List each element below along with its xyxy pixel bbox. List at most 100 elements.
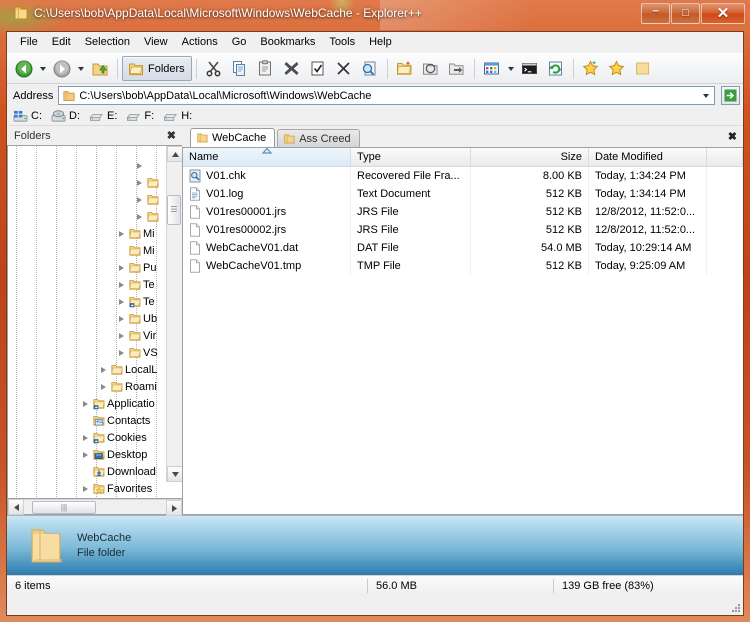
tree-scroll-down-button[interactable] bbox=[167, 466, 182, 482]
expand-triangle-icon[interactable] bbox=[98, 364, 109, 375]
file-row[interactable]: V01.chk Recovered File Fra... 8.00 KB Today… bbox=[183, 167, 743, 185]
select-all-button[interactable] bbox=[305, 56, 331, 81]
menu-edit[interactable]: Edit bbox=[45, 34, 78, 50]
tab-webcache[interactable]: WebCache bbox=[190, 128, 276, 147]
expand-triangle-icon[interactable] bbox=[80, 483, 91, 494]
tree-node-mi[interactable]: Mi bbox=[8, 242, 166, 259]
delete-button[interactable] bbox=[279, 56, 305, 81]
delete-permanently-button[interactable] bbox=[331, 56, 357, 81]
tree-node-te[interactable]: Te bbox=[8, 276, 166, 293]
tree-node-locall[interactable]: LocalL bbox=[8, 361, 166, 378]
expand-triangle-icon[interactable] bbox=[134, 194, 145, 205]
column-header-type[interactable]: Type bbox=[351, 148, 471, 166]
expand-triangle-icon[interactable] bbox=[116, 313, 127, 324]
refresh-button[interactable] bbox=[543, 56, 569, 81]
tree-scroll-up-button[interactable] bbox=[167, 146, 182, 162]
tree-node[interactable] bbox=[8, 146, 166, 157]
resize-grip-icon[interactable] bbox=[730, 602, 741, 613]
tree-node-roami[interactable]: Roami bbox=[8, 378, 166, 395]
tree-node-download[interactable]: Download bbox=[8, 463, 166, 480]
drive-button-c[interactable]: C: bbox=[11, 109, 47, 124]
address-go-button[interactable] bbox=[721, 86, 740, 105]
menu-tools[interactable]: Tools bbox=[322, 34, 362, 50]
tree-horizontal-scrollbar[interactable]: ||| bbox=[7, 499, 182, 516]
tab-ass-creed[interactable]: Ass Creed bbox=[277, 129, 360, 147]
column-header-date-modified[interactable]: Date Modified bbox=[589, 148, 707, 166]
tree-scroll-right-button[interactable] bbox=[166, 500, 182, 516]
expand-triangle-icon[interactable] bbox=[116, 262, 127, 273]
tree-node-applicatio[interactable]: Applicatio bbox=[8, 395, 166, 412]
forward-button[interactable] bbox=[49, 56, 75, 81]
back-button[interactable] bbox=[11, 56, 37, 81]
tree-node-mi[interactable]: Mi bbox=[8, 225, 166, 242]
menu-bookmarks[interactable]: Bookmarks bbox=[253, 34, 322, 50]
views-dropdown[interactable] bbox=[505, 56, 517, 81]
expand-triangle-icon[interactable] bbox=[116, 279, 127, 290]
file-list-view[interactable]: Name Type Size Date Modified V01.chk Recover… bbox=[182, 147, 743, 515]
tree-node[interactable] bbox=[8, 157, 166, 174]
column-header-size[interactable]: Size bbox=[471, 148, 589, 166]
file-row[interactable]: WebCacheV01.dat DAT File 54.0 MB Today, 10:… bbox=[183, 239, 743, 257]
file-row[interactable]: V01res00002.jrs JRS File 512 KB 12/8/2012, … bbox=[183, 221, 743, 239]
expand-triangle-icon[interactable] bbox=[134, 160, 145, 171]
file-row[interactable]: V01.log Text Document 512 KB Today, 1:34:14… bbox=[183, 185, 743, 203]
forward-dropdown[interactable] bbox=[75, 56, 87, 81]
column-header-name[interactable]: Name bbox=[183, 148, 351, 166]
organize-bookmarks-button[interactable] bbox=[604, 56, 630, 81]
command-prompt-button[interactable] bbox=[517, 56, 543, 81]
folder-tree[interactable]: Mi Mi Pu Te Te Ub Vir VS LocalL Roami Applicatio Co… bbox=[7, 145, 182, 499]
maximize-button[interactable]: □ bbox=[671, 3, 700, 24]
expand-triangle-icon[interactable] bbox=[80, 449, 91, 460]
menu-actions[interactable]: Actions bbox=[175, 34, 225, 50]
expand-triangle-icon[interactable] bbox=[80, 432, 91, 443]
menu-selection[interactable]: Selection bbox=[78, 34, 137, 50]
expand-triangle-icon[interactable] bbox=[134, 177, 145, 188]
drive-button-d[interactable]: D: bbox=[49, 109, 85, 124]
search-button[interactable] bbox=[357, 56, 383, 81]
tree-node-desktop[interactable]: Desktop bbox=[8, 446, 166, 463]
tree-scroll-thumb[interactable]: ☰ bbox=[167, 195, 181, 225]
menu-go[interactable]: Go bbox=[225, 34, 254, 50]
file-row[interactable]: WebCacheV01.tmp TMP File 512 KB Today, 9:25… bbox=[183, 257, 743, 275]
menu-help[interactable]: Help bbox=[362, 34, 399, 50]
tree-node-pu[interactable]: Pu bbox=[8, 259, 166, 276]
tree-node-favorites[interactable]: Favorites bbox=[8, 480, 166, 497]
tree-node[interactable] bbox=[8, 497, 166, 498]
tree-node-te[interactable]: Te bbox=[8, 293, 166, 310]
menu-view[interactable]: View bbox=[137, 34, 175, 50]
expand-triangle-icon[interactable] bbox=[116, 228, 127, 239]
copy-to-folder-button[interactable] bbox=[418, 56, 444, 81]
expand-triangle-icon[interactable] bbox=[80, 398, 91, 409]
address-dropdown-button[interactable] bbox=[699, 93, 712, 98]
expand-triangle-icon[interactable] bbox=[134, 211, 145, 222]
folder-shortcut-button[interactable] bbox=[630, 56, 656, 81]
new-folder-button[interactable] bbox=[392, 56, 418, 81]
tree-node[interactable] bbox=[8, 208, 166, 225]
tree-scroll-left-button[interactable] bbox=[8, 499, 24, 515]
tree-node[interactable] bbox=[8, 174, 166, 191]
drive-button-h[interactable]: H: bbox=[161, 109, 197, 124]
file-row[interactable]: V01res00001.jrs JRS File 512 KB 12/8/2012, … bbox=[183, 203, 743, 221]
folders-pane-close-button[interactable]: ✖ bbox=[165, 129, 178, 142]
tree-node-contacts[interactable]: Contacts bbox=[8, 412, 166, 429]
move-to-folder-button[interactable] bbox=[444, 56, 470, 81]
minimize-button[interactable]: – bbox=[641, 3, 670, 24]
column-header-blank[interactable] bbox=[707, 148, 743, 166]
add-bookmark-button[interactable] bbox=[578, 56, 604, 81]
expand-triangle-icon[interactable] bbox=[116, 347, 127, 358]
close-tab-button[interactable]: ✖ bbox=[728, 130, 737, 143]
drive-button-e[interactable]: E: bbox=[87, 109, 122, 124]
views-button[interactable] bbox=[479, 56, 505, 81]
tree-node-ub[interactable]: Ub bbox=[8, 310, 166, 327]
tree-vertical-scrollbar[interactable]: ☰ bbox=[166, 146, 182, 482]
address-input[interactable]: C:\Users\bob\AppData\Local\Microsoft\Win… bbox=[58, 86, 715, 105]
copy-button[interactable] bbox=[227, 56, 253, 81]
drive-button-f[interactable]: F: bbox=[124, 109, 159, 124]
menu-file[interactable]: File bbox=[13, 34, 45, 50]
expand-triangle-icon[interactable] bbox=[98, 381, 109, 392]
tree-node-cookies[interactable]: Cookies bbox=[8, 429, 166, 446]
back-dropdown[interactable] bbox=[37, 56, 49, 81]
folders-toggle-button[interactable]: Folders bbox=[122, 56, 192, 81]
close-button[interactable]: ✕ bbox=[701, 3, 745, 24]
tree-node-vs[interactable]: VS bbox=[8, 344, 166, 361]
